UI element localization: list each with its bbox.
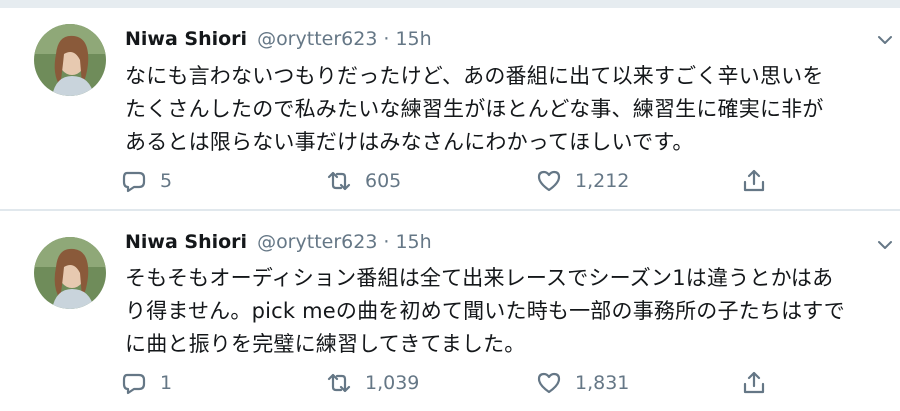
retweet-button[interactable]: 1,039 xyxy=(325,368,419,398)
like-count: 1,212 xyxy=(575,170,630,192)
retweet-count: 605 xyxy=(365,170,402,192)
like-count: 1,831 xyxy=(575,372,630,394)
reply-button[interactable]: 1 xyxy=(120,368,172,398)
display-name[interactable]: Niwa Shiori xyxy=(125,28,247,50)
tweet-text-line: に曲と振りを完璧に練習してきてました。 xyxy=(125,332,526,356)
tweet-text-line: そもそもオーディション番組は全て出来レースでシーズン1は違うとかはあ xyxy=(125,266,834,290)
tweet-text-line: なにも言わないつもりだったけど、あの番組に出て以来すごく辛い思いを xyxy=(125,64,824,88)
share-icon xyxy=(743,371,765,394)
heart-icon xyxy=(537,372,561,394)
like-button[interactable]: 1,831 xyxy=(535,368,629,398)
separator-dot: · xyxy=(383,28,390,50)
timestamp[interactable]: 15h xyxy=(395,231,431,253)
reply-count: 1 xyxy=(160,372,173,394)
chevron-down-icon[interactable] xyxy=(874,234,896,256)
tweet-header: Niwa Shiori @orytter623 · 15h xyxy=(125,28,432,58)
tweet[interactable]: Niwa Shiori @orytter623 · 15h そもそもオーディショ… xyxy=(0,210,900,411)
reply-icon xyxy=(122,373,146,395)
avatar[interactable] xyxy=(34,237,106,309)
reply-count: 5 xyxy=(160,170,173,192)
retweet-icon xyxy=(327,171,351,191)
user-handle[interactable]: @orytter623 xyxy=(257,28,377,50)
retweet-icon xyxy=(327,373,351,393)
retweet-count: 1,039 xyxy=(365,372,420,394)
reply-button[interactable]: 5 xyxy=(120,166,172,196)
tweet-text: そもそもオーディション番組は全て出来レースでシーズン1は違うとかはあ り得ません… xyxy=(125,262,890,361)
like-button[interactable]: 1,212 xyxy=(535,166,629,196)
tweet-text: なにも言わないつもりだったけど、あの番組に出て以来すごく辛い思いを たくさんした… xyxy=(125,60,890,159)
tweet-text-line: あるとは限らない事だけはみなさんにわかってほしいです。 xyxy=(125,130,694,154)
separator-dot: · xyxy=(383,231,390,253)
timestamp[interactable]: 15h xyxy=(395,28,431,50)
tweet[interactable]: Niwa Shiori @orytter623 · 15h なにも言わないつもり… xyxy=(0,0,900,210)
chevron-down-icon[interactable] xyxy=(874,29,896,51)
user-handle[interactable]: @orytter623 xyxy=(257,231,377,253)
share-button[interactable] xyxy=(740,368,780,398)
avatar[interactable] xyxy=(34,24,106,96)
retweet-button[interactable]: 605 xyxy=(325,166,401,196)
tweet-text-line: たくさんしたので私みたいな練習生がほとんどな事、練習生に確実に非が xyxy=(125,97,824,121)
reply-icon xyxy=(122,171,146,193)
display-name[interactable]: Niwa Shiori xyxy=(125,231,247,253)
tweet-actions: 1 1,039 1,831 xyxy=(120,368,780,398)
tweet-text-line: り得ません。pick meの曲を初めて聞いた時も一部の事務所の子たちはすで xyxy=(125,299,845,323)
heart-icon xyxy=(537,170,561,192)
tweet-header: Niwa Shiori @orytter623 · 15h xyxy=(125,231,432,261)
share-icon xyxy=(743,169,765,192)
share-button[interactable] xyxy=(740,166,780,196)
tweet-actions: 5 605 1,212 xyxy=(120,166,780,196)
tweet-feed: Niwa Shiori @orytter623 · 15h なにも言わないつもり… xyxy=(0,0,900,411)
